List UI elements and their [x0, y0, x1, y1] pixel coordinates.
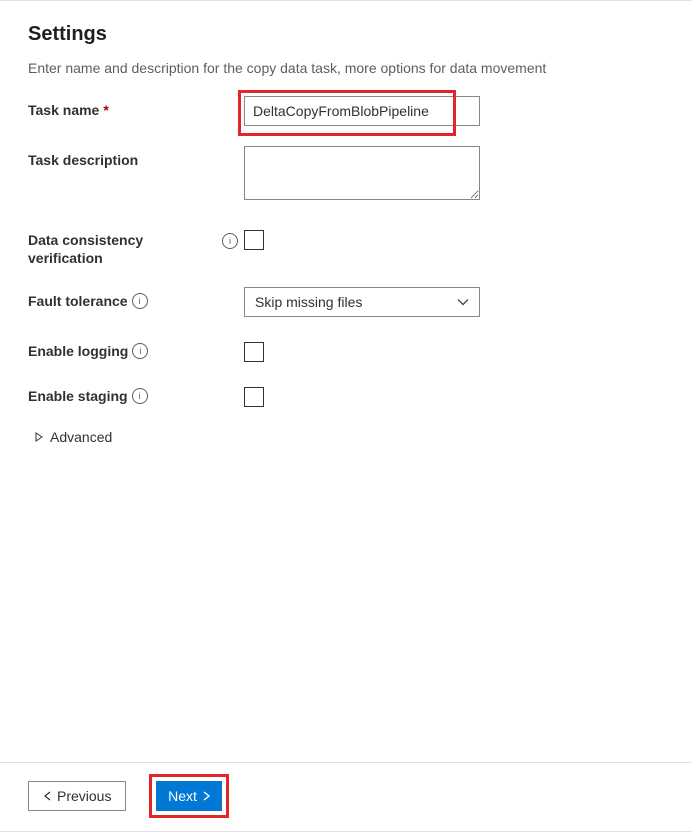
- previous-label: Previous: [57, 788, 111, 804]
- row-data-consistency: Data consistency verification i: [28, 225, 664, 267]
- next-button-wrapper: Next: [156, 781, 222, 811]
- task-name-wrapper: [244, 96, 480, 126]
- fault-tolerance-selected: Skip missing files: [255, 294, 362, 310]
- next-label: Next: [168, 788, 197, 804]
- caret-right-icon: [34, 432, 44, 442]
- footer: Previous Next: [0, 762, 692, 831]
- row-task-name: Task name *: [28, 96, 664, 126]
- label-task-description: Task description: [28, 146, 218, 168]
- label-data-consistency: Data consistency verification: [28, 225, 218, 267]
- required-marker: *: [103, 102, 108, 118]
- label-enable-staging: Enable staging i: [28, 382, 218, 404]
- task-description-textarea[interactable]: [244, 146, 480, 200]
- enable-staging-checkbox[interactable]: [244, 387, 264, 407]
- label-fault-tolerance: Fault tolerance i: [28, 287, 218, 309]
- row-fault-tolerance: Fault tolerance i Skip missing files: [28, 287, 664, 317]
- fault-tolerance-select[interactable]: Skip missing files: [244, 287, 480, 317]
- advanced-label: Advanced: [50, 429, 112, 445]
- advanced-toggle[interactable]: Advanced: [34, 429, 112, 445]
- info-icon[interactable]: i: [132, 388, 148, 404]
- row-enable-staging: Enable staging i: [28, 382, 664, 407]
- data-consistency-checkbox[interactable]: [244, 230, 264, 250]
- info-icon[interactable]: i: [132, 293, 148, 309]
- enable-logging-checkbox[interactable]: [244, 342, 264, 362]
- chevron-left-icon: [43, 791, 53, 801]
- settings-content: Settings Enter name and description for …: [0, 1, 692, 445]
- row-enable-logging: Enable logging i: [28, 337, 664, 362]
- task-name-input[interactable]: [244, 96, 480, 126]
- label-enable-logging: Enable logging i: [28, 337, 218, 359]
- label-task-name: Task name *: [28, 96, 218, 118]
- page-title: Settings: [28, 23, 664, 46]
- chevron-down-icon: [457, 296, 469, 308]
- info-icon[interactable]: i: [132, 343, 148, 359]
- settings-panel: Settings Enter name and description for …: [0, 0, 692, 832]
- chevron-right-icon: [201, 791, 211, 801]
- next-button[interactable]: Next: [156, 781, 222, 811]
- previous-button[interactable]: Previous: [28, 781, 126, 811]
- row-task-description: Task description: [28, 146, 664, 203]
- info-icon[interactable]: i: [222, 233, 238, 249]
- page-description: Enter name and description for the copy …: [28, 60, 664, 76]
